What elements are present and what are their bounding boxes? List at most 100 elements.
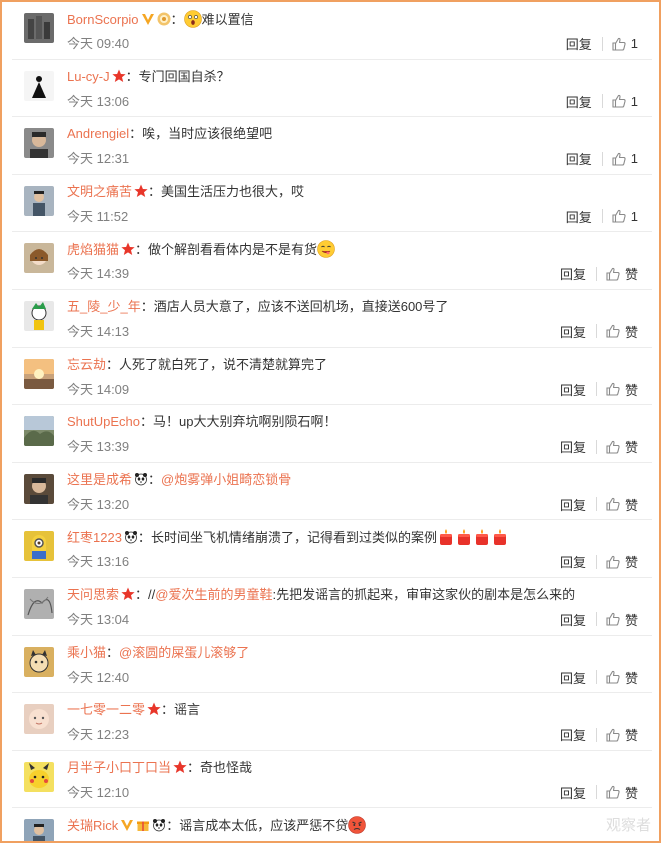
- like-count[interactable]: 1: [631, 94, 638, 109]
- like-count[interactable]: 1: [631, 151, 638, 166]
- thumbs-up-icon[interactable]: [605, 669, 621, 685]
- comment-actions: 回复 赞: [560, 668, 638, 687]
- divider: [595, 382, 597, 397]
- reply-button[interactable]: 回复: [566, 207, 592, 226]
- reply-button[interactable]: 回复: [560, 552, 586, 571]
- divider: [601, 94, 603, 109]
- avatar[interactable]: [24, 300, 54, 331]
- like-count[interactable]: 赞: [625, 668, 638, 687]
- comment-text: 奇也怪哉: [200, 759, 253, 775]
- thumbs-up-icon[interactable]: [605, 381, 621, 397]
- comment-text-line: 红枣1223 ：长时间坐飞机情绪崩溃了，记得看到过类似的案例: [67, 528, 642, 547]
- avatar[interactable]: [24, 588, 54, 619]
- avatar[interactable]: [24, 704, 54, 735]
- username-link[interactable]: BornScorpio: [67, 12, 139, 27]
- avatar[interactable]: [24, 13, 54, 43]
- avatar[interactable]: [24, 416, 54, 447]
- avatar[interactable]: [24, 128, 54, 159]
- username-link[interactable]: ShutUpEcho: [67, 414, 140, 429]
- verified-v-icon: [120, 818, 134, 832]
- username-link[interactable]: 虎焰猫猫: [67, 242, 119, 257]
- avatar[interactable]: [24, 646, 54, 677]
- reply-button[interactable]: 回复: [560, 668, 586, 687]
- mention-link[interactable]: @爱次生前的男童鞋: [155, 587, 272, 602]
- username-link[interactable]: 红枣1223: [67, 530, 122, 545]
- like-count[interactable]: 赞: [625, 264, 638, 283]
- thumbs-up-icon[interactable]: [605, 439, 621, 455]
- colon-separator: ：: [129, 126, 143, 142]
- avatar[interactable]: [24, 819, 54, 841]
- colon-separator: ：: [187, 759, 201, 775]
- username-link[interactable]: 五_陵_少_年: [67, 299, 141, 314]
- comment-item: 一七零一二零 ：谣言 今天 12:23 回复 赞: [12, 693, 652, 751]
- thumbs-up-icon[interactable]: [611, 208, 627, 224]
- reply-button[interactable]: 回复: [566, 92, 592, 111]
- reply-button[interactable]: 回复: [560, 322, 586, 341]
- avatar[interactable]: [24, 185, 54, 216]
- like-count[interactable]: 赞: [625, 437, 638, 456]
- reply-button[interactable]: 回复: [560, 783, 586, 802]
- comment-text: 长时间坐飞机情绪崩溃了，记得看到过类似的案例: [150, 530, 437, 546]
- reply-button[interactable]: 回复: [566, 149, 592, 168]
- thumbs-up-icon[interactable]: [605, 323, 621, 339]
- thumbs-up-icon[interactable]: [611, 151, 627, 167]
- comment-timestamp: 今天 13:20: [67, 496, 130, 512]
- like-count[interactable]: 1: [631, 209, 638, 224]
- thumbs-up-icon[interactable]: [611, 93, 627, 109]
- like-count[interactable]: 赞: [625, 552, 638, 571]
- avatar[interactable]: [24, 473, 54, 504]
- thumbs-up-icon[interactable]: [611, 36, 627, 52]
- like-count[interactable]: 赞: [625, 610, 638, 629]
- mention-link[interactable]: @炮雾弹小姐畸恋锁骨: [161, 472, 291, 487]
- avatar[interactable]: [24, 243, 54, 274]
- thumbs-up-icon[interactable]: [605, 496, 621, 512]
- avatar[interactable]: [24, 761, 54, 792]
- username-link[interactable]: 这里是成希: [67, 472, 132, 487]
- comment-actions: 回复 1: [566, 207, 638, 226]
- like-count[interactable]: 赞: [625, 495, 638, 514]
- avatar[interactable]: [24, 70, 54, 101]
- like-count[interactable]: 赞: [625, 783, 638, 802]
- username-link[interactable]: 一七零一二零: [67, 702, 145, 717]
- like-count[interactable]: 赞: [625, 322, 638, 341]
- colon-separator: ：: [140, 298, 154, 314]
- like-count[interactable]: 赞: [625, 380, 638, 399]
- username-link[interactable]: Lu-cy-J: [67, 69, 110, 84]
- username-link[interactable]: 忘云劫: [67, 357, 106, 372]
- username-link[interactable]: 文明之痛苦: [67, 184, 132, 199]
- thumbs-up-icon[interactable]: [605, 784, 621, 800]
- thumbs-up-icon[interactable]: [605, 611, 621, 627]
- thumbs-up-icon[interactable]: [605, 266, 621, 282]
- thumbs-up-icon[interactable]: [605, 554, 621, 570]
- reply-button[interactable]: 回复: [560, 264, 586, 283]
- comment-timestamp: 今天 09:40: [67, 36, 130, 51]
- reply-button[interactable]: 回复: [560, 380, 586, 399]
- thumbs-up-icon[interactable]: [605, 727, 621, 743]
- reply-button[interactable]: 回复: [560, 437, 586, 456]
- avatar[interactable]: [24, 531, 54, 562]
- reply-button[interactable]: 回复: [566, 34, 592, 53]
- username-link[interactable]: 天问思索: [67, 587, 119, 602]
- colon-separator: ：: [166, 818, 180, 834]
- comment-actions: 回复 赞: [560, 380, 638, 399]
- comment-text-line: 月半子小口丁口当 ：奇也怪哉: [67, 759, 642, 777]
- comment-timestamp: 今天 13:06: [67, 93, 130, 109]
- panda-icon: [124, 530, 138, 544]
- reply-button[interactable]: 回复: [560, 610, 586, 629]
- username-link[interactable]: 乘小猫: [67, 645, 106, 660]
- reply-button[interactable]: 回复: [560, 725, 586, 744]
- comment-text: :先把发谣言的抓起来，审审这家伙的剧本是怎么来的: [272, 586, 576, 602]
- like-count[interactable]: 赞: [625, 725, 638, 744]
- username-link[interactable]: 月半子小口丁口当: [67, 760, 171, 775]
- reply-button[interactable]: 回复: [560, 495, 586, 514]
- mention-link[interactable]: @滚圆的屎蛋儿滚够了: [119, 645, 249, 660]
- username-link[interactable]: Andrengiel: [67, 126, 129, 141]
- comment-timestamp: 今天 14:09: [67, 381, 130, 397]
- avatar[interactable]: [24, 358, 54, 389]
- like-count[interactable]: 1: [631, 36, 638, 51]
- comment-text: 做个解剖看看体内是不是有货: [148, 242, 318, 258]
- comment-text: 谣言成本太低，应该严惩不贷: [179, 818, 349, 834]
- username-link[interactable]: 关瑞Rick: [67, 818, 118, 833]
- divider: [595, 324, 597, 339]
- comment-item: BornScorpio ： 难以置信 今天 09:40 回复 1: [12, 2, 652, 60]
